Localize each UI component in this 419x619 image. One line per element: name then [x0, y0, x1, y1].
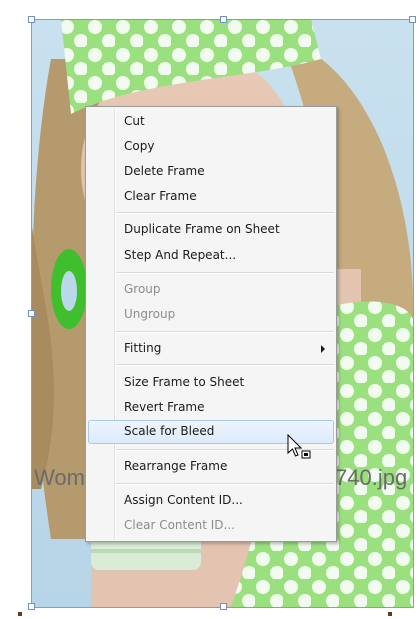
corner-marker [388, 612, 392, 616]
menu-item-duplicate-frame-on-sheet[interactable]: Duplicate Frame on Sheet [88, 218, 334, 240]
menu-item-label: Cut [124, 114, 145, 128]
menu-item-assign-content-id[interactable]: Assign Content ID... [88, 489, 334, 511]
menu-separator [116, 272, 334, 274]
handle-top-middle[interactable] [220, 16, 227, 23]
menu-item-label: Rearrange Frame [124, 459, 228, 473]
corner-marker [18, 612, 22, 616]
chevron-right-icon [321, 345, 325, 353]
menu-item-ungroup: Ungroup [88, 303, 334, 325]
menu-item-label: Step And Repeat... [124, 248, 237, 262]
menu-separator [116, 331, 334, 333]
handle-middle-left[interactable] [28, 310, 35, 317]
menu-item-label: Ungroup [124, 307, 176, 321]
handle-top-left[interactable] [28, 16, 35, 23]
menu-item-size-frame-to-sheet[interactable]: Size Frame to Sheet [88, 371, 334, 393]
menu-item-label: Group [124, 282, 161, 296]
menu-item-revert-frame[interactable]: Revert Frame [88, 396, 334, 418]
filename-right-text: 740.jpg [335, 465, 408, 490]
menu-item-label: Clear Frame [124, 189, 197, 203]
menu-separator [116, 212, 334, 214]
menu-item-label: Copy [124, 139, 155, 153]
menu-item-label: Assign Content ID... [124, 493, 243, 507]
menu-item-label: Scale for Bleed [124, 424, 215, 438]
pointer-copy-cursor-icon [287, 434, 311, 459]
handle-bottom-middle[interactable] [220, 603, 227, 610]
menu-item-label: Revert Frame [124, 400, 205, 414]
menu-item-label: Delete Frame [124, 164, 205, 178]
menu-item-label: Fitting [124, 341, 162, 355]
menu-item-copy[interactable]: Copy [88, 135, 334, 157]
menu-item-clear-frame[interactable]: Clear Frame [88, 185, 334, 207]
menu-separator [116, 364, 334, 366]
menu-item-fitting[interactable]: Fitting [88, 337, 334, 359]
menu-separator [116, 483, 334, 485]
menu-item-label: Duplicate Frame on Sheet [124, 222, 280, 236]
filename-left-text: Wom [34, 465, 85, 490]
menu-item-step-and-repeat[interactable]: Step And Repeat... [88, 244, 334, 266]
menu-item-label: Clear Content ID... [124, 518, 235, 532]
handle-bottom-left[interactable] [28, 603, 35, 610]
menu-item-label: Size Frame to Sheet [124, 375, 245, 389]
context-menu: Cut Copy Delete Frame Clear Frame Duplic… [85, 106, 337, 542]
handle-top-right[interactable] [409, 16, 416, 23]
canvas: Wom 740.jpg Cut Copy Delete Frame Clear … [0, 0, 419, 619]
menu-item-group: Group [88, 278, 334, 300]
menu-item-clear-content-id: Clear Content ID... [88, 514, 334, 536]
menu-item-delete-frame[interactable]: Delete Frame [88, 160, 334, 182]
menu-item-cut[interactable]: Cut [88, 110, 334, 132]
